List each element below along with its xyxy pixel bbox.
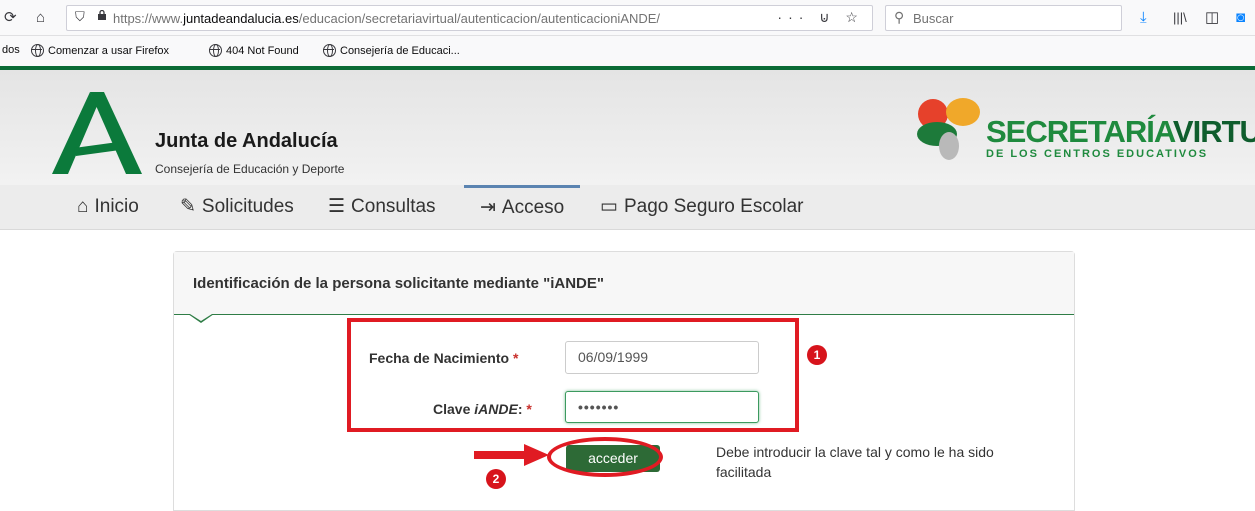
- annotation-box: [347, 318, 799, 432]
- sidebar-icon[interactable]: ◫: [1205, 9, 1219, 27]
- globe-icon: [209, 44, 222, 57]
- nav-item-inicio[interactable]: ⌂ Inicio: [77, 185, 139, 230]
- nav-item-acceso[interactable]: ⇥ Acceso: [464, 185, 581, 230]
- lock-icon[interactable]: [97, 10, 107, 20]
- home-icon[interactable]: ⌂: [36, 9, 45, 27]
- junta-logo-icon[interactable]: [52, 92, 142, 174]
- bookmark-consejeria[interactable]: Consejería de Educaci...: [323, 44, 460, 57]
- org-title: Junta de Andalucía: [155, 130, 338, 152]
- credit-card-icon: ▭: [600, 196, 618, 217]
- panel-title: Identificación de la persona solicitante…: [193, 275, 604, 292]
- reload-icon[interactable]: ⟳: [4, 9, 17, 27]
- search-placeholder: Buscar: [913, 11, 954, 26]
- panel-notch-inner: [190, 314, 212, 321]
- globe-icon: [323, 44, 336, 57]
- sv-subtitle: DE LOS CENTROS EDUCATIVOS: [986, 148, 1209, 160]
- annotation-badge-2: 2: [486, 469, 506, 489]
- browser-toolbar: ⟳ ⌂ ⛉ https://www.juntadeandalucia.es/ed…: [0, 0, 1255, 36]
- library-icon[interactable]: |||\: [1173, 9, 1187, 27]
- pencil-icon: ✎: [180, 196, 196, 217]
- bookmarks-bar: dos Comenzar a usar Firefox 404 Not Foun…: [0, 36, 1255, 66]
- search-bar[interactable]: ⚲ Buscar: [885, 5, 1122, 31]
- bookmark-firefox[interactable]: Comenzar a usar Firefox: [31, 44, 169, 57]
- org-subtitle: Consejería de Educación y Deporte: [155, 162, 345, 176]
- sign-in-icon: ⇥: [480, 197, 496, 218]
- nav-item-consultas[interactable]: ☰ Consultas: [328, 185, 436, 230]
- list-icon: ☰: [328, 196, 346, 217]
- panel-header: Identificación de la persona solicitante…: [174, 252, 1074, 315]
- url-bar[interactable]: ⛉ https://www.juntadeandalucia.es/educac…: [66, 5, 873, 31]
- page-actions[interactable]: ··· ⊍ ☆: [777, 9, 864, 26]
- url-text: https://www.juntadeandalucia.es/educacio…: [113, 11, 661, 26]
- annotation-ellipse: [547, 437, 663, 477]
- search-icon: ⚲: [894, 9, 905, 25]
- download-icon[interactable]: ⤓: [1140, 9, 1147, 27]
- secretaria-virtual-logo-icon: [917, 98, 980, 160]
- tracking-shield-icon[interactable]: ⛉: [75, 9, 85, 25]
- sv-title: SECRETARÍAVIRTUAL: [986, 114, 1255, 149]
- arrow-right-icon: [474, 444, 549, 466]
- main-nav: ⌂ Inicio ✎ Solicitudes ☰ Consultas ⇥ Acceso …: [0, 185, 1255, 230]
- bookmark-404[interactable]: 404 Not Found: [209, 44, 299, 57]
- key-hint: Debe introducir la clave tal y como le h…: [716, 444, 994, 480]
- annotation-badge-1: 1: [807, 345, 827, 365]
- pocket-icon[interactable]: ◙: [1236, 9, 1245, 27]
- home-icon: ⌂: [77, 196, 89, 217]
- nav-item-solicitudes[interactable]: ✎ Solicitudes: [180, 185, 294, 230]
- globe-icon: [31, 44, 44, 57]
- bookmark-fragment[interactable]: dos: [2, 44, 20, 56]
- site-header: Junta de Andalucía Consejería de Educaci…: [0, 70, 1255, 185]
- nav-item-pago[interactable]: ▭ Pago Seguro Escolar: [600, 185, 804, 230]
